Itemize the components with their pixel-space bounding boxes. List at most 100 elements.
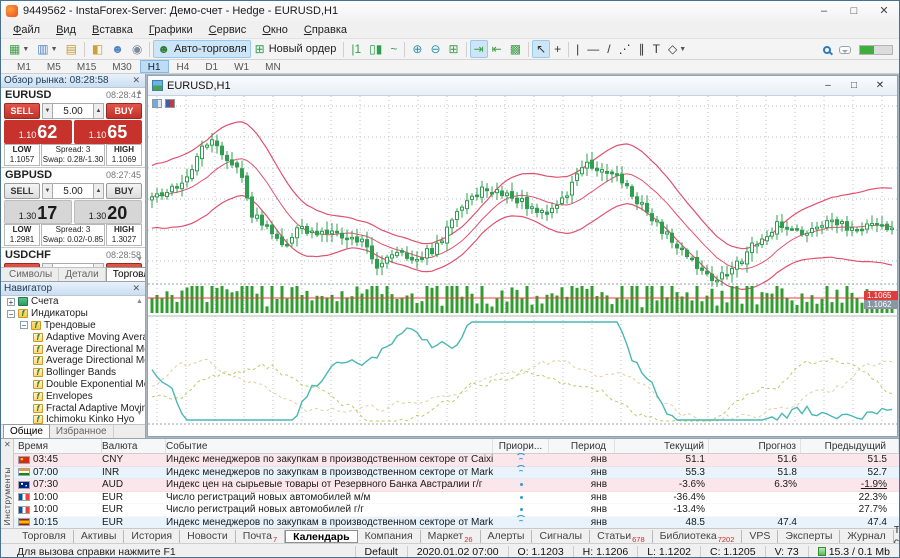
menu-item[interactable]: Окно bbox=[254, 23, 296, 37]
column-header[interactable]: Валюта bbox=[102, 439, 166, 453]
tree-item[interactable]: f Bollinger Bands bbox=[1, 367, 145, 379]
tab-library[interactable]: Библиотека7202 bbox=[653, 530, 743, 543]
navigator-close-icon[interactable]: ✕ bbox=[130, 283, 142, 294]
cursor-button[interactable]: ↖ ▼ bbox=[532, 40, 550, 58]
tab-common[interactable]: Общие bbox=[3, 424, 50, 438]
volume-field[interactable]: 5.00 bbox=[53, 103, 93, 119]
tab-calendar[interactable]: Календарь bbox=[285, 530, 357, 543]
timeframe-button[interactable]: H1 bbox=[140, 60, 169, 73]
tab-journal[interactable]: Журнал bbox=[840, 530, 893, 543]
templates-button[interactable]: ▩ ▼ bbox=[506, 40, 525, 58]
volume-increment-button[interactable]: ▲ bbox=[93, 183, 104, 199]
equidistant-channel-button[interactable]: ∥ ▼ bbox=[635, 40, 649, 58]
symbol-name-row[interactable]: EURUSD 08:28:41 bbox=[1, 88, 145, 101]
column-header[interactable]: Предыдущий bbox=[801, 439, 899, 453]
tree-item[interactable]: f Double Exponential Moving Average bbox=[1, 379, 145, 391]
tree-item[interactable]: − f Индикаторы bbox=[1, 308, 145, 320]
new-chart-button[interactable]: ▦ ▼ bbox=[5, 40, 33, 58]
menu-item[interactable]: Графики bbox=[141, 23, 201, 37]
timeframe-button[interactable]: M15 bbox=[69, 60, 104, 73]
tab-alerts[interactable]: Алерты bbox=[481, 530, 533, 543]
menu-item[interactable]: Сервис bbox=[201, 23, 255, 37]
column-header[interactable]: Прогноз bbox=[709, 439, 801, 453]
horizontal-line-button[interactable]: — ▼ bbox=[583, 40, 603, 58]
fibonacci-button[interactable]: ⋰ ▼ bbox=[615, 40, 635, 58]
chart-canvas[interactable]: 1.10651.1062 bbox=[148, 96, 897, 436]
crosshair-button[interactable]: + ▼ bbox=[550, 40, 565, 58]
zoom-in-button[interactable]: ⊕ ▼ bbox=[408, 40, 426, 58]
bars-chart-button[interactable]: |1 ▼ bbox=[347, 40, 365, 58]
expand-toggle-icon[interactable]: + bbox=[7, 298, 15, 306]
tab-history[interactable]: История bbox=[124, 530, 180, 543]
market-watch-toggle[interactable]: ▤ ▼ bbox=[62, 40, 81, 58]
candles-chart-button[interactable]: ▯▮ ▼ bbox=[365, 40, 386, 58]
calendar-row[interactable]: 10:00 EUR Число регистраций новых автомо… bbox=[14, 504, 899, 517]
calendar-row[interactable]: 07:00 INR Индекс менеджеров по закупкам … bbox=[14, 467, 899, 480]
chat-icon[interactable] bbox=[839, 46, 851, 54]
chart-title-bar[interactable]: EURUSD,H1 – □ ✕ bbox=[148, 76, 897, 96]
new-order-button[interactable]: ⊞ Новый ордер ▼ bbox=[251, 40, 341, 58]
toolbox-close-icon[interactable]: ✕ bbox=[4, 440, 11, 449]
timeframe-button[interactable]: M1 bbox=[9, 60, 39, 73]
tree-item[interactable]: f Average Directional Movement Index Wil… bbox=[1, 355, 145, 367]
terminal-toggle[interactable]: ◉ ▼ bbox=[128, 40, 146, 58]
objects-button[interactable]: ◇ ▼ bbox=[664, 40, 690, 58]
tree-item[interactable]: f Envelopes bbox=[1, 390, 145, 402]
one-click-trading-icon[interactable] bbox=[152, 99, 162, 108]
menu-item[interactable]: Файл bbox=[5, 23, 48, 37]
bid-price[interactable]: 1.30 17 bbox=[4, 200, 72, 224]
tab-trade[interactable]: Торговля bbox=[15, 530, 74, 543]
ask-price[interactable]: 1.10 65 bbox=[74, 120, 142, 144]
timeframe-button[interactable]: W1 bbox=[226, 60, 257, 73]
column-header[interactable]: Приори... bbox=[493, 439, 549, 453]
tab-news[interactable]: Новости bbox=[180, 530, 236, 543]
window-close-button[interactable]: ✕ bbox=[869, 1, 899, 21]
trendline-button[interactable]: / ▼ bbox=[603, 40, 614, 58]
text-label-button[interactable]: T ▼ bbox=[649, 40, 664, 58]
tree-item[interactable]: f Average Directional Movement Index bbox=[1, 343, 145, 355]
tree-item[interactable]: + Счета bbox=[1, 296, 145, 308]
chart-restore-button[interactable]: □ bbox=[841, 80, 867, 91]
tab-signals[interactable]: Сигналы bbox=[532, 530, 590, 543]
window-maximize-button[interactable]: □ bbox=[839, 1, 869, 21]
menu-item[interactable]: Вставка bbox=[84, 23, 141, 37]
volume-increment-button[interactable]: ▲ bbox=[93, 103, 104, 119]
bid-price[interactable]: 1.10 62 bbox=[4, 120, 72, 144]
calendar-row[interactable]: 03:45 CNY Индекс менеджеров по закупкам … bbox=[14, 454, 899, 467]
tree-item[interactable]: f Ichimoku Kinko Hyo bbox=[1, 414, 145, 424]
calendar-row[interactable]: 10:15 EUR Индекс менеджеров по закупкам … bbox=[14, 517, 899, 529]
timeframe-button[interactable]: H4 bbox=[169, 60, 198, 73]
window-minimize-button[interactable]: – bbox=[809, 1, 839, 21]
vertical-line-button[interactable]: | ▼ bbox=[572, 40, 583, 58]
buy-button[interactable]: BUY bbox=[106, 103, 142, 119]
search-icon[interactable] bbox=[823, 46, 831, 54]
sell-button[interactable]: SELL bbox=[4, 103, 40, 119]
symbol-name-row[interactable]: GBPUSD 08:27:45 bbox=[1, 168, 145, 181]
calendar-row[interactable]: 10:00 EUR Число регистраций новых автомо… bbox=[14, 492, 899, 505]
timeframe-button[interactable]: M30 bbox=[104, 60, 139, 73]
profiles-button[interactable]: ▥ ▼ bbox=[33, 40, 61, 58]
scroll-up-icon[interactable]: ▲ bbox=[135, 89, 144, 96]
chart-minimize-button[interactable]: – bbox=[815, 80, 841, 91]
chart-shift-button[interactable]: ⇤ ▼ bbox=[488, 40, 506, 58]
volume-decrement-button[interactable]: ▼ bbox=[42, 103, 53, 119]
expand-toggle-icon[interactable]: − bbox=[7, 310, 15, 318]
timeframe-button[interactable]: MN bbox=[257, 60, 289, 73]
tab-details[interactable]: Детали bbox=[59, 268, 105, 281]
tab-assets[interactable]: Активы bbox=[74, 530, 125, 543]
tab-experts[interactable]: Эксперты bbox=[778, 530, 840, 543]
calendar-row[interactable]: 07:30 AUD Индекс цен на сырьевые товары … bbox=[14, 479, 899, 492]
column-header[interactable]: Текущий bbox=[615, 439, 709, 453]
auto-scroll-button[interactable]: ⇥ ▼ bbox=[470, 40, 488, 58]
chart-close-button[interactable]: ✕ bbox=[867, 80, 893, 91]
depth-of-market-icon[interactable] bbox=[165, 99, 175, 108]
volume-field[interactable]: 5.00 bbox=[53, 183, 93, 199]
timeframe-button[interactable]: M5 bbox=[39, 60, 69, 73]
zoom-out-button[interactable]: ⊖ ▼ bbox=[426, 40, 444, 58]
menu-item[interactable]: Справка bbox=[296, 23, 355, 37]
column-header[interactable]: Время bbox=[14, 439, 102, 453]
sell-button[interactable]: SELL bbox=[4, 183, 40, 199]
tree-item[interactable]: f Fractal Adaptive Moving Average bbox=[1, 402, 145, 414]
timeframe-button[interactable]: D1 bbox=[197, 60, 226, 73]
ask-price[interactable]: 1.30 20 bbox=[74, 200, 142, 224]
